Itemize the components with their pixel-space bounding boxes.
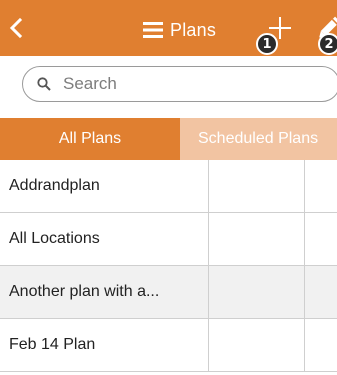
list-item[interactable]: Another plan with a... — [0, 266, 337, 319]
callout-badge-1: 1 — [256, 33, 278, 55]
tab-all-plans[interactable]: All Plans — [0, 118, 180, 160]
search-area — [0, 56, 337, 118]
plan-cell — [305, 160, 337, 212]
search-field[interactable] — [22, 66, 337, 102]
plan-tabs: All Plans Scheduled Plans — [0, 118, 337, 160]
callout-badge-2: 2 — [318, 33, 337, 55]
plan-cell — [305, 319, 337, 371]
tab-scheduled-plans[interactable]: Scheduled Plans — [180, 118, 337, 160]
header-title-group: Plans — [143, 18, 216, 42]
search-icon — [37, 77, 51, 91]
plan-cell — [305, 213, 337, 265]
plan-name: Feb 14 Plan — [0, 319, 209, 371]
plan-cell — [209, 266, 305, 318]
list-item[interactable]: Feb 14 Plan — [0, 319, 337, 372]
plan-cell — [209, 319, 305, 371]
list-item[interactable]: Addrandplan — [0, 160, 337, 213]
plan-name: Another plan with a... — [0, 266, 209, 318]
page-title: Plans — [170, 19, 217, 40]
plan-cell — [209, 213, 305, 265]
plan-cell — [305, 266, 337, 318]
plan-cell — [209, 160, 305, 212]
search-input[interactable] — [63, 74, 283, 94]
back-button[interactable] — [6, 14, 28, 42]
plan-name: All Locations — [0, 213, 209, 265]
hamburger-menu-icon — [143, 22, 163, 38]
list-item[interactable]: All Locations — [0, 213, 337, 266]
plan-name: Addrandplan — [0, 160, 209, 212]
app-header: Plans — [0, 0, 337, 56]
plans-list: Addrandplan All Locations Another plan w… — [0, 160, 337, 372]
chevron-left-icon — [9, 17, 23, 39]
